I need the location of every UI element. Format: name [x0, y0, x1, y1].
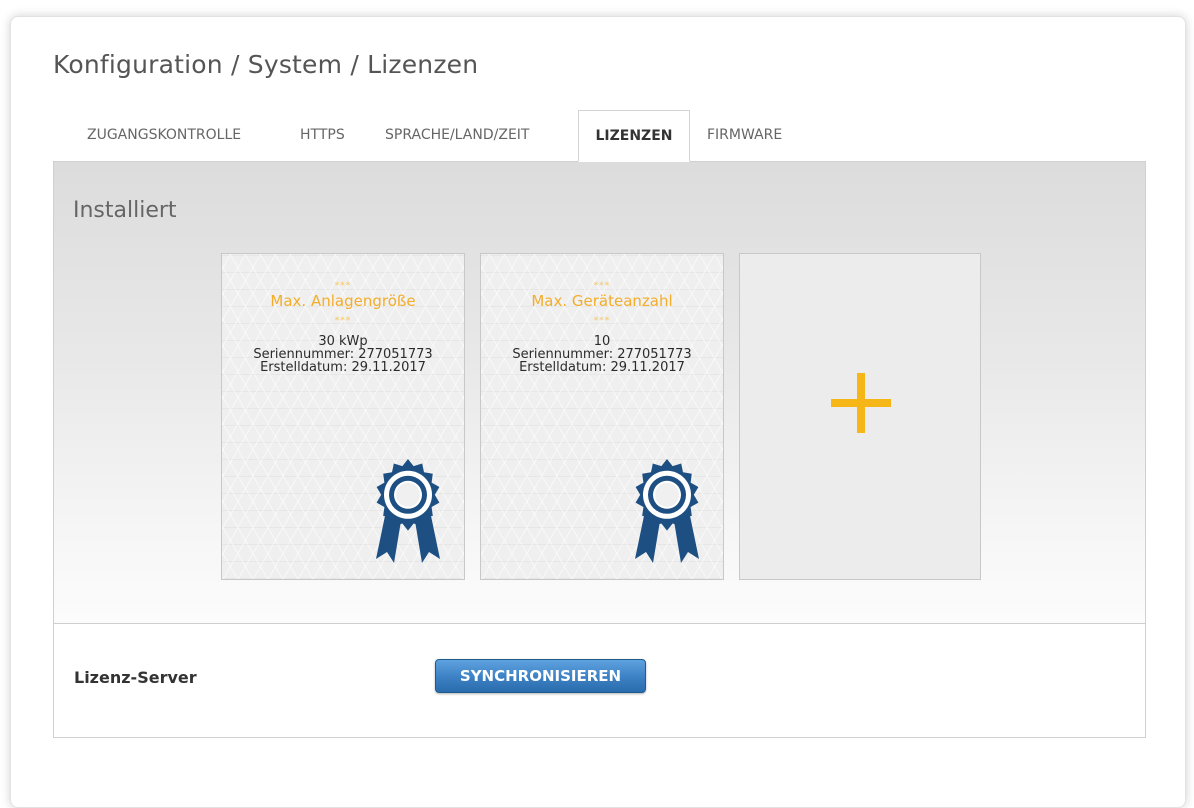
license-name: Max. Anlagengröße: [270, 292, 416, 310]
tab-lizenzen[interactable]: LIZENZEN: [578, 110, 690, 162]
installed-title: Installiert: [73, 198, 177, 223]
page-title: Konfiguration / System / Lizenzen: [53, 50, 479, 79]
award-rosette-icon: [635, 459, 699, 563]
tab-https[interactable]: HTTPS: [300, 127, 345, 143]
plus-icon: [831, 373, 891, 433]
tab-sprache-land-zeit[interactable]: SPRACHE/LAND/ZEIT: [385, 127, 529, 143]
license-server-label: Lizenz-Server: [74, 668, 197, 687]
tab-firmware[interactable]: FIRMWARE: [707, 127, 782, 143]
license-card: *** Max. Anlagengröße *** 30 kWp Serienn…: [221, 253, 465, 580]
add-license-card[interactable]: [739, 253, 981, 580]
license-created-date: Erstelldatum: 29.11.2017: [260, 360, 426, 375]
license-card: *** Max. Geräteanzahl *** 10 Seriennumme…: [480, 253, 724, 580]
installed-section: Installiert *** Max. Anlagengröße *** 30…: [54, 162, 1145, 624]
card-stars: ***: [593, 316, 611, 326]
card-stars: ***: [334, 316, 352, 326]
award-rosette-icon: [376, 459, 440, 563]
tab-zugangskontrolle[interactable]: ZUGANGSKONTROLLE: [87, 127, 241, 143]
synchronize-button[interactable]: SYNCHRONISIEREN: [435, 659, 646, 693]
card-stars: ***: [593, 281, 611, 291]
license-created-date: Erstelldatum: 29.11.2017: [519, 360, 685, 375]
card-stars: ***: [334, 281, 352, 291]
licenses-panel: Installiert *** Max. Anlagengröße *** 30…: [53, 161, 1146, 738]
license-name: Max. Geräteanzahl: [531, 292, 673, 310]
